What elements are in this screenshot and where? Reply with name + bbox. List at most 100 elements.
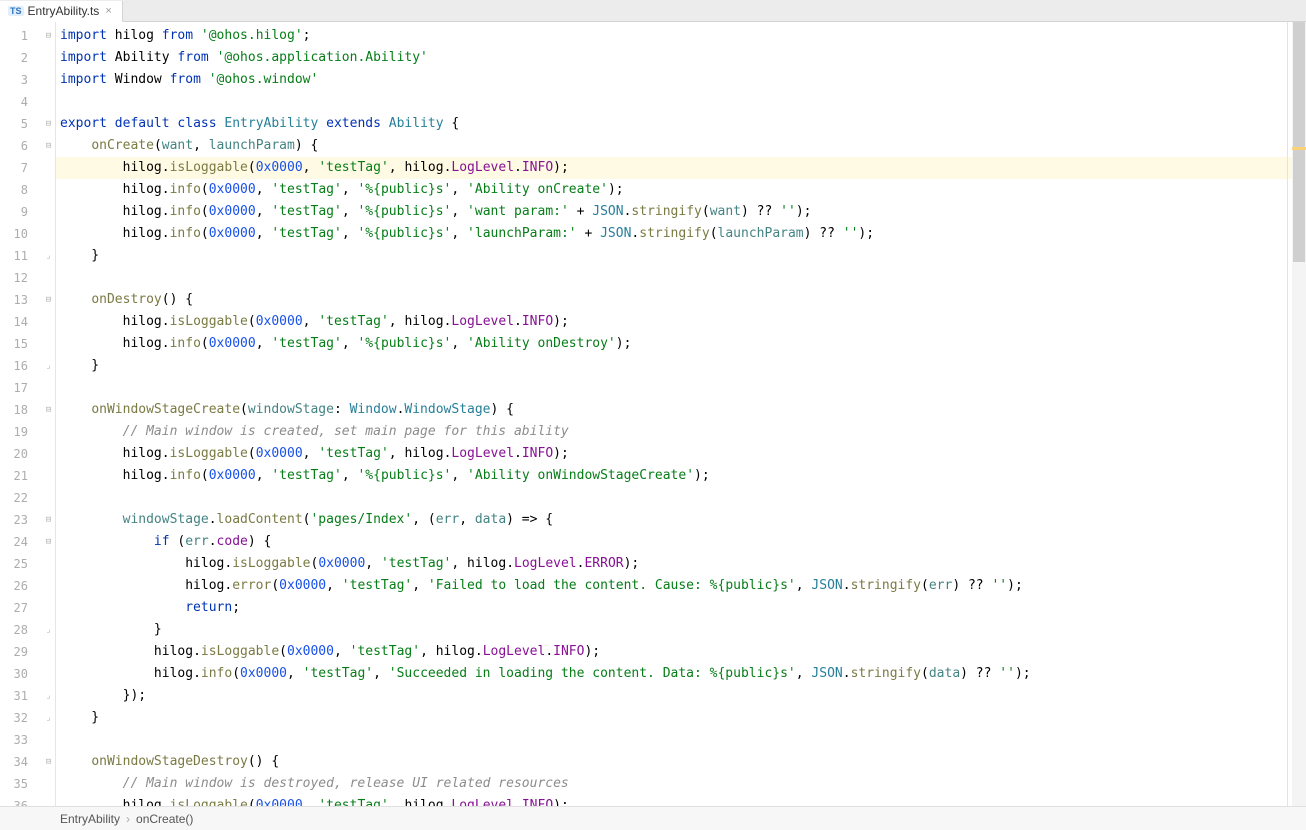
fold-marker[interactable] <box>42 443 55 465</box>
line-number: 12 <box>0 267 28 289</box>
fold-marker[interactable] <box>42 333 55 355</box>
line-number: 29 <box>0 641 28 663</box>
line-number: 27 <box>0 597 28 619</box>
fold-marker[interactable] <box>42 773 55 795</box>
code-line[interactable]: // Main window is created, set main page… <box>56 421 1306 443</box>
line-number: 2 <box>0 47 28 69</box>
breadcrumb-class[interactable]: EntryAbility <box>60 812 120 826</box>
fold-marker[interactable] <box>42 597 55 619</box>
fold-marker[interactable] <box>42 377 55 399</box>
code-line[interactable]: onWindowStageCreate(windowStage: Window.… <box>56 399 1306 421</box>
fold-marker[interactable] <box>42 729 55 751</box>
fold-marker[interactable]: ⊟ <box>42 289 55 311</box>
code-line[interactable]: hilog.info(0x0000, 'testTag', '%{public}… <box>56 465 1306 487</box>
line-number: 18 <box>0 399 28 421</box>
line-number: 14 <box>0 311 28 333</box>
fold-marker[interactable] <box>42 223 55 245</box>
code-line[interactable]: return; <box>56 597 1306 619</box>
tab-entryability[interactable]: TS EntryAbility.ts × <box>0 1 123 22</box>
code-line[interactable]: import Window from '@ohos.window' <box>56 69 1306 91</box>
code-line[interactable]: onCreate(want, launchParam) { <box>56 135 1306 157</box>
breadcrumb[interactable]: EntryAbility › onCreate() <box>0 806 1306 830</box>
code-line[interactable]: hilog.info(0x0000, 'testTag', 'Succeeded… <box>56 663 1306 685</box>
code-line[interactable]: } <box>56 355 1306 377</box>
code-line[interactable]: hilog.error(0x0000, 'testTag', 'Failed t… <box>56 575 1306 597</box>
fold-marker[interactable]: ⌟ <box>42 685 55 707</box>
code-line[interactable]: hilog.info(0x0000, 'testTag', '%{public}… <box>56 179 1306 201</box>
code-line[interactable] <box>56 267 1306 289</box>
line-number: 7 <box>0 157 28 179</box>
scrollbar-vertical[interactable] <box>1292 22 1306 806</box>
line-number: 35 <box>0 773 28 795</box>
fold-marker[interactable]: ⌟ <box>42 245 55 267</box>
fold-marker[interactable] <box>42 487 55 509</box>
fold-marker[interactable] <box>42 421 55 443</box>
fold-marker[interactable]: ⊟ <box>42 531 55 553</box>
fold-marker[interactable]: ⌟ <box>42 355 55 377</box>
fold-marker[interactable] <box>42 267 55 289</box>
fold-marker[interactable] <box>42 91 55 113</box>
fold-marker[interactable] <box>42 641 55 663</box>
ts-file-icon: TS <box>8 6 24 16</box>
fold-marker[interactable] <box>42 663 55 685</box>
code-line[interactable]: hilog.isLoggable(0x0000, 'testTag', hilo… <box>56 641 1306 663</box>
code-line[interactable]: onDestroy() { <box>56 289 1306 311</box>
fold-marker[interactable] <box>42 311 55 333</box>
fold-marker[interactable]: ⌟ <box>42 619 55 641</box>
code-line[interactable]: hilog.info(0x0000, 'testTag', '%{public}… <box>56 333 1306 355</box>
fold-marker[interactable]: ⊟ <box>42 751 55 773</box>
line-number: 22 <box>0 487 28 509</box>
fold-marker[interactable]: ⊟ <box>42 509 55 531</box>
scrollbar-thumb[interactable] <box>1293 22 1305 262</box>
code-line[interactable]: hilog.info(0x0000, 'testTag', '%{public}… <box>56 201 1306 223</box>
line-number-gutter: 1234567891011121314151617181920212223242… <box>0 22 42 806</box>
code-line[interactable]: } <box>56 619 1306 641</box>
line-number: 25 <box>0 553 28 575</box>
fold-marker[interactable]: ⌟ <box>42 707 55 729</box>
fold-marker[interactable] <box>42 179 55 201</box>
code-line[interactable]: hilog.isLoggable(0x0000, 'testTag', hilo… <box>56 157 1306 179</box>
code-area[interactable]: import hilog from '@ohos.hilog';import A… <box>56 22 1306 806</box>
code-line[interactable]: } <box>56 707 1306 729</box>
line-number: 15 <box>0 333 28 355</box>
code-line[interactable]: hilog.isLoggable(0x0000, 'testTag', hilo… <box>56 795 1306 806</box>
fold-marker[interactable] <box>42 201 55 223</box>
fold-marker[interactable] <box>42 69 55 91</box>
fold-marker[interactable] <box>42 553 55 575</box>
fold-marker[interactable] <box>42 575 55 597</box>
code-line[interactable]: export default class EntryAbility extend… <box>56 113 1306 135</box>
code-line[interactable]: hilog.info(0x0000, 'testTag', '%{public}… <box>56 223 1306 245</box>
line-number: 16 <box>0 355 28 377</box>
fold-marker[interactable] <box>42 465 55 487</box>
close-icon[interactable]: × <box>103 5 113 17</box>
code-line[interactable]: import hilog from '@ohos.hilog'; <box>56 25 1306 47</box>
fold-marker[interactable]: ⊟ <box>42 113 55 135</box>
code-line[interactable] <box>56 729 1306 751</box>
code-line[interactable] <box>56 91 1306 113</box>
code-line[interactable]: onWindowStageDestroy() { <box>56 751 1306 773</box>
code-line[interactable]: }); <box>56 685 1306 707</box>
tab-filename: EntryAbility.ts <box>28 4 100 18</box>
code-line[interactable]: // Main window is destroyed, release UI … <box>56 773 1306 795</box>
breadcrumb-method[interactable]: onCreate() <box>136 812 193 826</box>
right-margin-line <box>1287 22 1288 806</box>
line-number: 31 <box>0 685 28 707</box>
code-line[interactable]: import Ability from '@ohos.application.A… <box>56 47 1306 69</box>
code-line[interactable]: hilog.isLoggable(0x0000, 'testTag', hilo… <box>56 443 1306 465</box>
code-line[interactable]: hilog.isLoggable(0x0000, 'testTag', hilo… <box>56 311 1306 333</box>
code-line[interactable]: if (err.code) { <box>56 531 1306 553</box>
fold-marker[interactable] <box>42 47 55 69</box>
line-number: 11 <box>0 245 28 267</box>
code-line[interactable] <box>56 377 1306 399</box>
scrollbar-marker[interactable] <box>1292 147 1306 150</box>
fold-marker[interactable]: ⊟ <box>42 25 55 47</box>
code-line[interactable]: } <box>56 245 1306 267</box>
fold-marker[interactable]: ⊟ <box>42 135 55 157</box>
code-line[interactable]: windowStage.loadContent('pages/Index', (… <box>56 509 1306 531</box>
tab-bar: TS EntryAbility.ts × <box>0 0 1306 22</box>
line-number: 4 <box>0 91 28 113</box>
code-line[interactable]: hilog.isLoggable(0x0000, 'testTag', hilo… <box>56 553 1306 575</box>
code-line[interactable] <box>56 487 1306 509</box>
fold-marker[interactable]: ⊟ <box>42 399 55 421</box>
fold-marker[interactable] <box>42 157 55 179</box>
